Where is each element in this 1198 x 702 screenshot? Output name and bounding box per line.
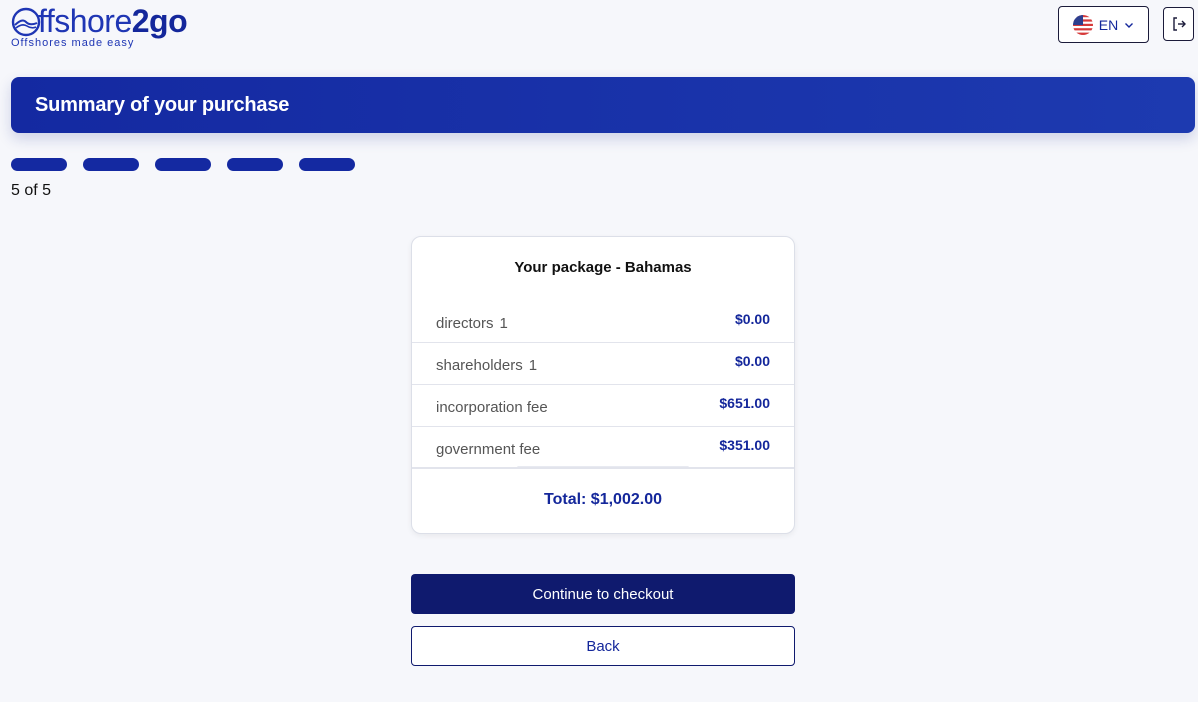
package-title: Your package - Bahamas [514, 259, 692, 276]
line-item: directors 1 $0.00 [412, 301, 794, 343]
order-total: Total: $1,002.00 [544, 491, 662, 508]
progress-label: 5 of 5 [11, 182, 52, 199]
line-item-price: $0.00 [734, 311, 770, 327]
progress-step-3 [155, 158, 211, 171]
logout-button[interactable] [1163, 7, 1194, 41]
progress-steps [11, 158, 355, 171]
total-divider [412, 467, 794, 469]
continue-to-checkout-button[interactable]: Continue to checkout [411, 574, 795, 614]
line-item-price: $351.00 [719, 437, 770, 453]
logout-icon [1172, 17, 1186, 31]
package-summary-card: Your package - Bahamas directors 1 $0.00 … [411, 236, 795, 534]
line-item-label: incorporation fee [436, 399, 548, 416]
chevron-down-icon [1125, 22, 1134, 28]
logo-text-light: ffshore [38, 3, 132, 39]
line-item-label: shareholders 1 [436, 357, 537, 374]
line-item-name: directors [436, 315, 494, 332]
logo-text-bold: 2go [131, 3, 188, 39]
line-item-name: shareholders [436, 357, 523, 374]
progress-step-5 [299, 158, 355, 171]
brand-logo[interactable]: ffshore2go Offshores made easy [10, 3, 230, 49]
back-button[interactable]: Back [411, 626, 795, 666]
line-item-name: incorporation fee [436, 399, 548, 416]
language-selector[interactable]: EN [1058, 6, 1149, 43]
progress-step-4 [227, 158, 283, 171]
line-item-label: directors 1 [436, 315, 508, 332]
line-item: shareholders 1 $0.00 [412, 343, 794, 385]
progress-step-2 [83, 158, 139, 171]
language-label: EN [1098, 16, 1119, 33]
line-item-price: $651.00 [719, 395, 770, 411]
line-item-label: government fee [436, 441, 540, 458]
page-banner: Summary of your purchase [11, 77, 1195, 133]
line-item-qty: 1 [528, 357, 538, 374]
line-item-price: $0.00 [734, 353, 770, 369]
line-item: government fee $351.00 [412, 427, 794, 469]
progress-step-1 [11, 158, 67, 171]
logo-wordmark: ffshore2go [38, 3, 188, 39]
us-flag-icon [1072, 14, 1093, 35]
page-title: Summary of your purchase [35, 93, 290, 116]
logo-tagline: Offshores made easy [11, 37, 135, 49]
line-item: incorporation fee $651.00 [412, 385, 794, 427]
line-item-qty: 1 [499, 315, 508, 332]
line-item-name: government fee [436, 441, 541, 458]
